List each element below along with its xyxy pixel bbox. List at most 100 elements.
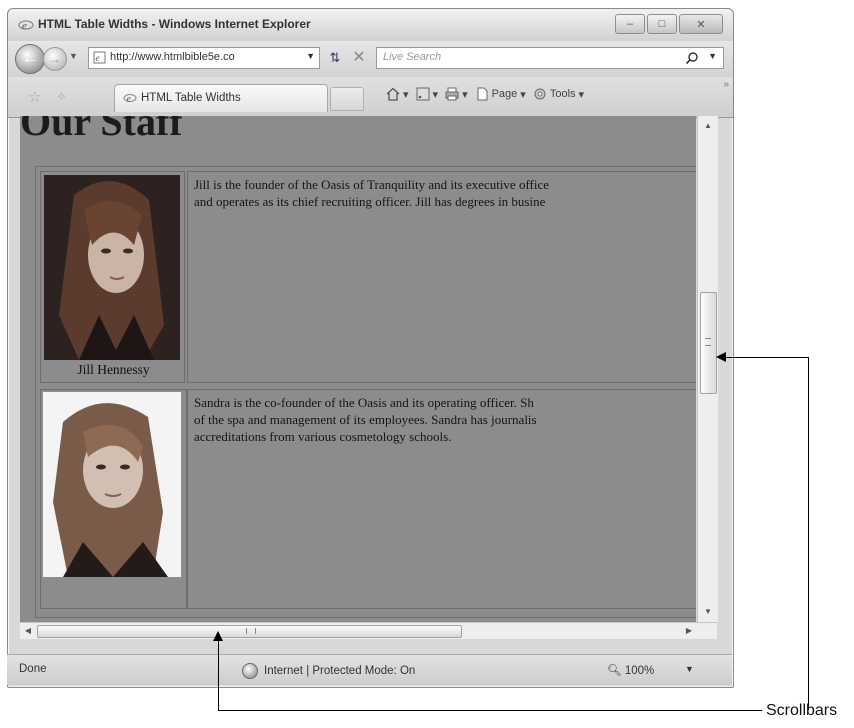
home-button[interactable]: ▾ — [386, 87, 409, 101]
svg-text:e: e — [22, 20, 27, 32]
maximize-icon: □ — [658, 18, 666, 30]
scroll-down-arrow-icon[interactable]: ▼ — [698, 602, 718, 622]
tools-menu-button[interactable]: Tools ▾ — [533, 87, 584, 101]
print-button[interactable]: ▾ — [445, 87, 468, 101]
minimize-button[interactable]: – — [615, 14, 645, 34]
staff-bio: Sandra is the co-founder of the Oasis an… — [194, 394, 696, 445]
gear-icon — [534, 88, 546, 100]
table-cell-photo — [40, 389, 187, 609]
scroll-up-arrow-icon[interactable]: ▲ — [698, 116, 718, 136]
address-dropdown-icon[interactable]: ▼ — [306, 51, 315, 61]
home-dropdown-icon: ▾ — [403, 88, 409, 101]
callout-line — [725, 357, 809, 358]
table-cell-photo: Jill Hennessy — [40, 171, 185, 383]
new-tab-button[interactable] — [330, 87, 364, 111]
callout-line — [218, 640, 219, 711]
bio-line: of the spa and management of its employe… — [194, 412, 537, 427]
scroll-right-arrow-icon[interactable]: ▶ — [681, 623, 697, 639]
staff-photo-jill — [44, 175, 180, 360]
staff-photo-sandra — [43, 392, 181, 577]
arrowhead-icon — [213, 631, 223, 641]
ie-logo-icon: e — [18, 20, 34, 32]
more-chevron-icon[interactable]: » — [723, 79, 729, 90]
globe-icon — [242, 663, 258, 679]
callout-label: Scrollbars — [766, 702, 838, 719]
page-icon: e — [93, 51, 106, 64]
zoom-control[interactable]: 🔍︎ 100% — [607, 663, 654, 677]
zoom-magnifier-icon: 🔍︎ — [607, 665, 622, 677]
page-viewport: Our Staff Jill Hennessy Jill is the foun… — [20, 116, 696, 622]
tools-dropdown-icon: ▾ — [578, 88, 585, 101]
search-placeholder[interactable]: Live Search — [383, 51, 441, 63]
minimize-icon: – — [626, 18, 634, 30]
navigation-bar: ← → ▼ e http://www.htmlbible5e.co ▼ ⇅ ✕ … — [8, 41, 733, 77]
status-bar: Done Internet | Protected Mode: On 🔍︎ 10… — [7, 654, 732, 685]
search-box[interactable]: Live Search ▼ — [376, 47, 724, 69]
scroll-left-arrow-icon[interactable]: ◀ — [20, 623, 36, 639]
print-dropdown-icon: ▾ — [462, 88, 468, 101]
svg-text:e: e — [127, 94, 132, 105]
feeds-button[interactable]: ▾ — [416, 87, 439, 101]
bio-line: accreditations from various cosmetology … — [194, 429, 452, 444]
page-heading: Our Staff — [20, 116, 183, 144]
portrait-image — [43, 392, 181, 577]
title-bar: e HTML Table Widths - Windows Internet E… — [8, 9, 733, 41]
refresh-button[interactable]: ⇅ — [326, 50, 344, 66]
search-icon[interactable] — [685, 51, 699, 65]
vertical-scroll-thumb[interactable] — [700, 292, 717, 394]
horizontal-scrollbar[interactable]: ◀ ▶ — [20, 622, 717, 639]
feeds-icon — [416, 87, 430, 101]
vertical-scrollbar[interactable]: ▲ ▼ — [697, 116, 718, 622]
bio-line: Sandra is the co-founder of the Oasis an… — [194, 395, 534, 410]
table-cell-bio: Sandra is the co-founder of the Oasis an… — [187, 389, 696, 609]
svg-text:e: e — [96, 53, 100, 63]
staff-table: Jill Hennessy Jill is the founder of the… — [35, 166, 696, 618]
tab-label: HTML Table Widths — [141, 92, 241, 104]
back-arrow-icon: ← — [22, 50, 38, 67]
page-icon: e — [123, 94, 137, 105]
staff-bio: Jill is the founder of the Oasis of Tran… — [194, 176, 696, 210]
horizontal-scroll-thumb[interactable] — [37, 625, 462, 638]
printer-icon — [445, 87, 459, 101]
refresh-icon: ⇅ — [329, 50, 341, 65]
callout-line — [808, 357, 809, 710]
maximize-button[interactable]: □ — [647, 14, 677, 34]
page-menu-icon — [477, 87, 488, 101]
zoom-level: 100% — [624, 665, 655, 677]
page-menu-label: Page — [491, 88, 518, 100]
zoom-dropdown-icon[interactable]: ▼ — [685, 664, 694, 674]
grip-icon — [246, 628, 256, 634]
tools-menu-label: Tools — [549, 88, 576, 100]
security-zone[interactable]: Internet | Protected Mode: On — [242, 663, 415, 679]
page-menu-button[interactable]: Page ▾ — [475, 87, 526, 101]
staff-name-label: Jill Hennessy — [77, 362, 150, 377]
address-bar[interactable]: e http://www.htmlbible5e.co ▼ — [88, 47, 320, 69]
recent-pages-dropdown[interactable]: ▼ — [69, 51, 78, 61]
stop-icon: ✕ — [352, 49, 366, 66]
command-bar: ☆ ✧ e HTML Table Widths ▾ ▾ ▾ Page ▾ Too… — [8, 77, 733, 118]
address-text[interactable]: http://www.htmlbible5e.co — [110, 51, 235, 63]
window-controls: – □ ✕ — [615, 14, 723, 34]
bio-line: Jill is the founder of the Oasis of Tran… — [194, 177, 550, 192]
feeds-dropdown-icon: ▾ — [432, 88, 439, 101]
table-cell-bio: Jill is the founder of the Oasis of Tran… — [187, 171, 696, 383]
tab-html-table-widths[interactable]: e HTML Table Widths — [114, 84, 328, 112]
security-zone-label: Internet | Protected Mode: On — [264, 665, 416, 677]
forward-button[interactable]: → — [43, 47, 67, 71]
close-button[interactable]: ✕ — [679, 14, 723, 34]
add-favorites-icon[interactable]: ✧ — [56, 89, 67, 105]
callout-line — [218, 710, 762, 711]
command-toolbar: ▾ ▾ ▾ Page ▾ Tools ▾ — [386, 87, 584, 101]
home-icon — [386, 87, 400, 101]
arrowhead-icon — [716, 352, 726, 362]
stop-button[interactable]: ✕ — [350, 49, 368, 67]
search-options-dropdown[interactable]: ▼ — [708, 51, 717, 61]
portrait-image — [44, 175, 180, 360]
page-dropdown-icon: ▾ — [520, 88, 526, 101]
favorites-star-icon[interactable]: ☆ — [28, 88, 41, 106]
forward-arrow-icon: → — [49, 52, 61, 66]
window-title: HTML Table Widths - Windows Internet Exp… — [38, 17, 311, 31]
close-icon: ✕ — [696, 18, 706, 31]
back-button[interactable]: ← — [15, 44, 45, 74]
grip-icon — [705, 338, 711, 346]
